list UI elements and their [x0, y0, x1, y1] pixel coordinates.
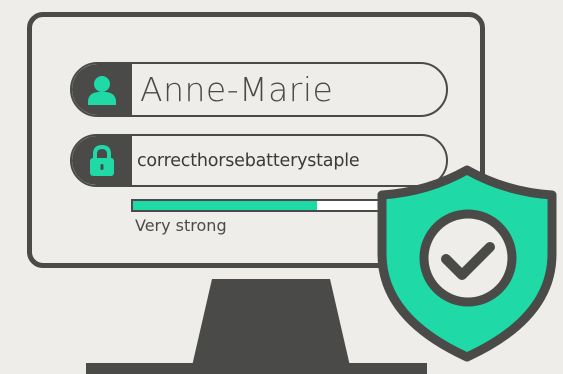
shield-checkmark-icon	[376, 162, 558, 362]
username-value: Anne-Marie	[140, 70, 334, 109]
user-icon	[88, 75, 116, 105]
password-strength-fill	[133, 201, 317, 210]
password-value: correcthorsebatterystaple	[137, 150, 360, 171]
padlock-icon	[89, 144, 115, 177]
password-strength-meter	[131, 199, 383, 212]
username-field[interactable]: Anne-Marie	[70, 62, 448, 117]
username-field-icon-cap	[72, 64, 132, 115]
password-strength-label: Very strong	[135, 216, 227, 235]
security-illustration: Anne-Marie correcthorsebatterystaple Ver…	[0, 0, 563, 374]
security-badge	[376, 162, 558, 362]
password-field-icon-cap	[72, 136, 132, 185]
